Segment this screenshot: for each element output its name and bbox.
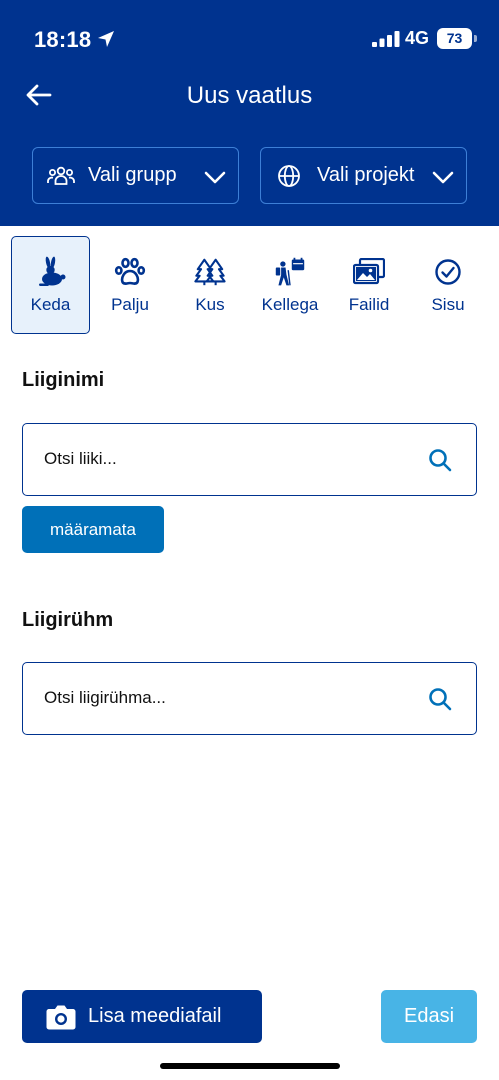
add-media-label: Lisa meediafail xyxy=(88,1005,222,1027)
undetermined-button[interactable]: määramata xyxy=(22,506,164,553)
group-select-label: Vali grupp xyxy=(88,164,177,186)
tab-kellega-label: Kellega xyxy=(261,295,319,314)
tab-failid-label: Failid xyxy=(348,295,390,314)
add-media-button[interactable]: Lisa meediafail xyxy=(22,990,262,1043)
observation-steps-tabs: Keda Palju Kus Kellega Failid Sisu xyxy=(0,236,499,334)
images-icon xyxy=(353,256,385,288)
battery-tip xyxy=(474,35,477,42)
tab-sisu-label: Sisu xyxy=(431,295,465,314)
chevron-down-icon xyxy=(204,171,226,184)
group-select[interactable]: Vali grupp xyxy=(32,147,239,204)
tab-kus-label: Kus xyxy=(195,295,225,314)
tab-palju[interactable]: Palju xyxy=(96,236,164,334)
tab-palju-label: Palju xyxy=(111,295,149,314)
paw-icon xyxy=(114,256,146,288)
location-arrow-icon xyxy=(98,31,114,47)
rabbit-icon xyxy=(35,256,67,288)
battery-level: 73 xyxy=(437,28,472,49)
group-search-box xyxy=(22,662,477,735)
group-search-input[interactable] xyxy=(44,663,424,733)
globe-icon xyxy=(275,162,303,190)
page-title: Uus vaatlus xyxy=(186,82,313,109)
species-group-label: Liigirühm xyxy=(22,609,114,631)
tab-failid[interactable]: Failid xyxy=(338,236,400,334)
check-circle-icon xyxy=(432,256,464,288)
next-button[interactable]: Edasi xyxy=(381,990,477,1043)
project-select-label: Vali projekt xyxy=(317,164,415,186)
tab-sisu[interactable]: Sisu xyxy=(420,236,476,334)
tab-kellega[interactable]: Kellega xyxy=(254,236,326,334)
tab-keda[interactable]: Keda xyxy=(11,236,90,334)
tab-keda-label: Keda xyxy=(30,295,71,314)
species-search-box xyxy=(22,423,477,496)
search-icon[interactable] xyxy=(428,448,452,472)
hiker-calendar-icon xyxy=(274,256,306,288)
status-time: 18:18 xyxy=(34,27,92,52)
species-name-label: Liiginimi xyxy=(22,369,105,391)
cellular-signal-icon xyxy=(372,31,400,47)
home-indicator[interactable] xyxy=(160,1063,340,1069)
network-type: 4G xyxy=(405,28,430,48)
species-search-input[interactable] xyxy=(44,424,424,494)
battery-icon: 73 xyxy=(437,28,477,49)
status-bar: 18:18 4G 73 xyxy=(0,0,499,80)
app-header: 18:18 4G 73 Uus vaatlus Vali grupp Vali … xyxy=(0,0,499,226)
search-icon[interactable] xyxy=(428,687,452,711)
tab-kus[interactable]: Kus xyxy=(180,236,240,334)
users-group-icon xyxy=(47,162,75,190)
trees-icon xyxy=(194,256,226,288)
chevron-down-icon xyxy=(432,171,454,184)
project-select[interactable]: Vali projekt xyxy=(260,147,467,204)
camera-icon xyxy=(46,1005,76,1029)
